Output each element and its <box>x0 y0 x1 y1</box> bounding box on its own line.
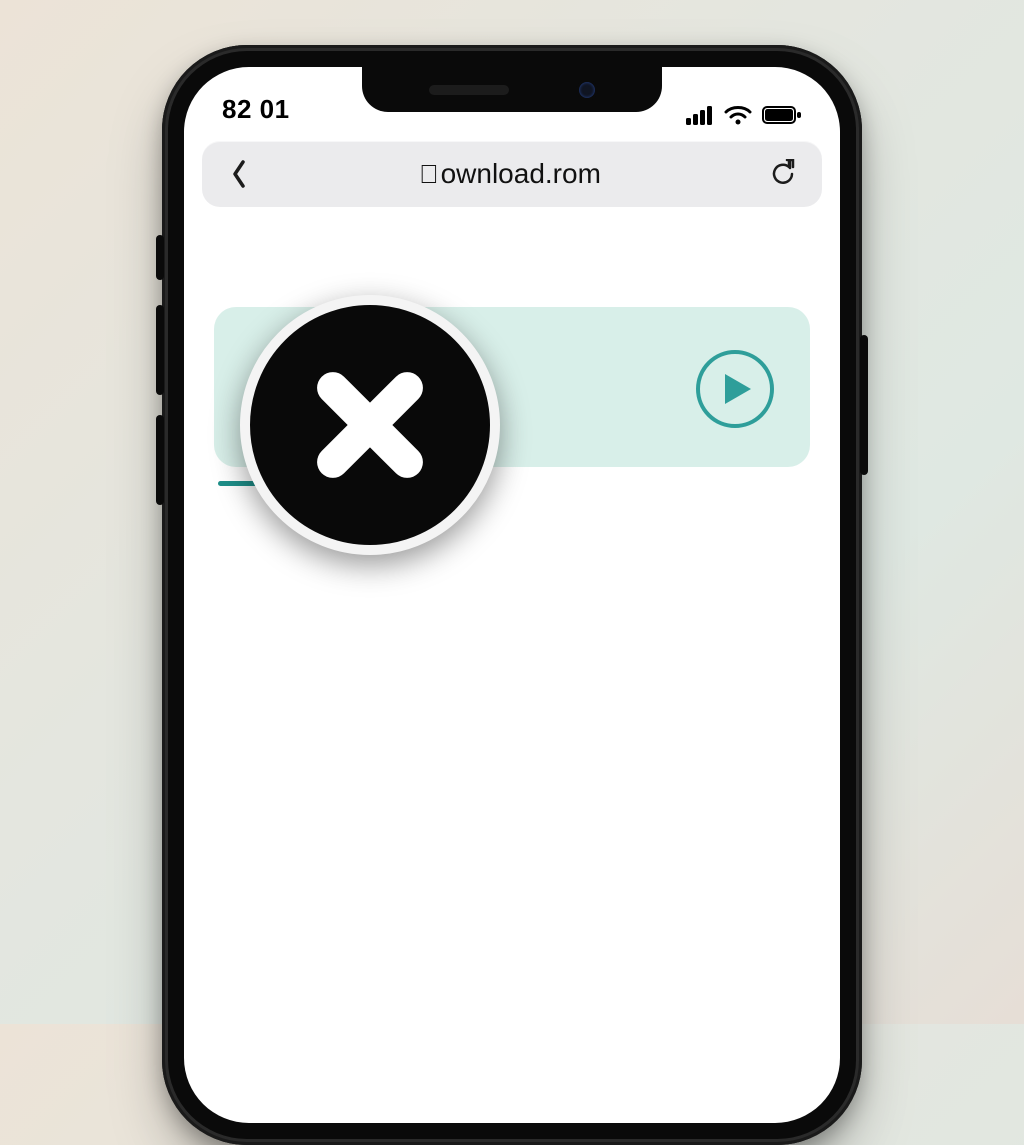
close-icon <box>305 360 435 490</box>
power-button[interactable] <box>860 335 868 475</box>
volume-down-button[interactable] <box>156 415 164 505</box>
reload-button[interactable] <box>766 159 800 189</box>
url-display[interactable]:  ownload.rom <box>268 158 752 190</box>
phone-screen: 82 01 <box>184 67 840 1123</box>
back-button[interactable] <box>224 160 254 188</box>
close-badge[interactable] <box>240 295 500 555</box>
status-time: 82 01 <box>222 94 290 125</box>
wifi-icon <box>724 105 752 125</box>
cellular-signal-icon <box>686 105 714 125</box>
browser-toolbar:  ownload.rom <box>184 127 840 207</box>
volume-up-button[interactable] <box>156 305 164 395</box>
status-bar: 82 01 <box>184 67 840 127</box>
apple-icon:  <box>419 161 439 187</box>
battery-icon <box>762 105 802 125</box>
url-text: ownload.rom <box>441 158 601 190</box>
play-button[interactable] <box>696 350 774 428</box>
phone-frame: 82 01 <box>162 45 862 1145</box>
silence-switch[interactable] <box>156 235 164 280</box>
address-bar[interactable]:  ownload.rom <box>202 141 822 207</box>
